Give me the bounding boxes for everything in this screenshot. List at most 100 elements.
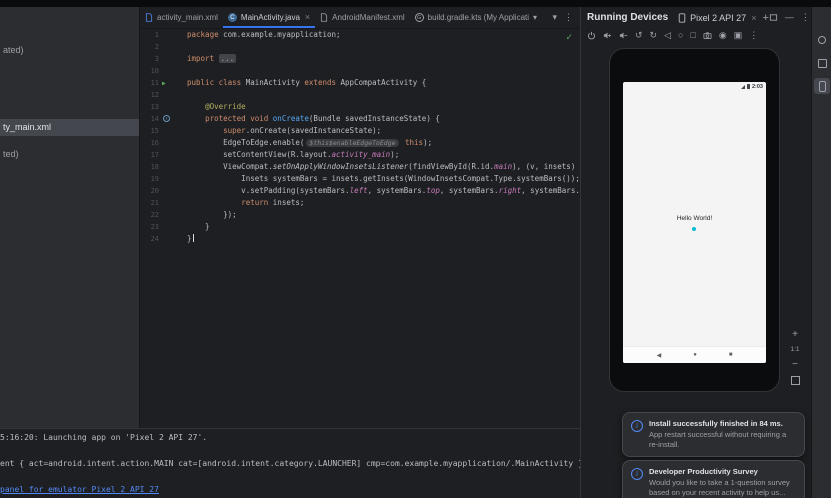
more-vertical-icon[interactable]: ⋮ [564, 13, 573, 22]
editor-tab[interactable]: AndroidManifest.xml [315, 7, 409, 28]
gutter [159, 101, 187, 113]
info-icon: i [631, 420, 643, 432]
line-number: 11 [150, 79, 159, 87]
device-manager-button[interactable] [814, 55, 830, 71]
record-icon[interactable]: ◉ [719, 31, 727, 40]
gutter [159, 197, 187, 209]
line-number: 21 [150, 199, 159, 207]
line-number: 22 [150, 211, 159, 219]
code-line[interactable]: 15 super.onCreate(savedInstanceState); [140, 125, 580, 137]
minimize-icon[interactable]: — [785, 13, 794, 22]
code-line[interactable]: 12 [140, 89, 580, 101]
notification-balloon[interactable]: i Developer Productivity Survey Would you … [622, 460, 805, 498]
notification-content: Install successfully finished in 84 ms. A… [649, 419, 796, 450]
project-tree-item-selected[interactable]: ty_main.xml [0, 119, 139, 136]
gutter [159, 65, 187, 77]
editor-tab[interactable]: C MainActivity.java × [222, 7, 316, 28]
code-line[interactable]: 14 ↑ protected void onCreate(Bundle saved… [140, 113, 580, 125]
code-line[interactable]: 2 [140, 41, 580, 53]
chevron-down-icon[interactable]: ▾ [552, 13, 557, 22]
device-tab[interactable]: Pixel 2 API 27 × [678, 13, 756, 23]
more-vertical-icon[interactable]: ⋮ [801, 13, 810, 22]
panel-header-actions: — ⋮ [769, 13, 810, 22]
zoom-out-button[interactable]: − [792, 359, 798, 370]
project-tree-item[interactable]: ted) [3, 149, 19, 159]
code-text: } [187, 222, 210, 231]
code-text: setContentView(R.layout.activity_main); [187, 150, 400, 159]
override-marker-icon[interactable]: ↑ [163, 115, 170, 122]
code-line[interactable]: 10 [140, 65, 580, 77]
rotate-left-icon[interactable]: ↺ [635, 31, 643, 40]
phone-icon [678, 12, 686, 23]
code-line[interactable]: 19 Insets systemBars = insets.getInsets(… [140, 173, 580, 185]
close-icon[interactable]: × [305, 13, 310, 22]
notification-body: Would you like to take a 1-question surv… [649, 478, 790, 497]
zoom-in-button[interactable]: + [792, 329, 798, 340]
code-line[interactable]: 24} [140, 233, 580, 245]
gutter [159, 29, 187, 41]
code-text: import ... [187, 54, 237, 63]
nav-back-icon[interactable]: ◀ [657, 352, 662, 359]
code-line[interactable]: 20 v.setPadding(systemBars.left, systemB… [140, 185, 580, 197]
line-number: 18 [150, 163, 159, 171]
zoom-ratio-label[interactable]: 1:1 [790, 346, 799, 353]
code-text: v.setPadding(systemBars.left, systemBars… [187, 186, 580, 195]
project-tool-window[interactable]: ated) ty_main.xml ted) [0, 7, 140, 428]
code-editor[interactable]: 1 package com.example.myapplication; 2 3 imp… [140, 29, 580, 428]
volume-up-icon[interactable] [603, 31, 612, 40]
gradle-file-icon: G [414, 13, 424, 22]
home-icon[interactable]: ○ [678, 31, 683, 40]
line-number: 1 [154, 31, 159, 39]
code-line[interactable]: 1 package com.example.myapplication; [140, 29, 580, 41]
code-line[interactable]: 13 @Override [140, 101, 580, 113]
snapshot-icon[interactable]: ▣ [734, 31, 743, 40]
editor-tab[interactable]: Gbuild.gradle.kts (My Applicati ▾ [410, 7, 542, 28]
camera-icon[interactable] [703, 31, 712, 40]
window-icon[interactable] [769, 13, 778, 22]
chevron-down-icon[interactable]: ▾ [533, 13, 537, 22]
code-line[interactable]: 23 } [140, 221, 580, 233]
nav-home-icon[interactable]: ● [693, 352, 697, 358]
line-number: 14 [150, 115, 159, 123]
nav-overview-icon[interactable]: ■ [729, 352, 733, 358]
editor-tab[interactable]: activity_main.xml [140, 7, 223, 28]
code-line[interactable]: 22 }); [140, 209, 580, 221]
gradle-button[interactable] [814, 32, 830, 48]
run-console[interactable]: 5:16:20: Launching app on 'Pixel 2 API 2… [0, 428, 580, 498]
close-icon[interactable]: × [751, 13, 756, 23]
code-line[interactable]: 11 ▶ public class MainActivity extends App… [140, 77, 580, 89]
running-devices-icon [818, 80, 826, 92]
status-time: 2:03 [751, 83, 763, 90]
device-toolbar: ↺ ↻ ◁ ○ □ ◉ ▣ ⋮ [581, 28, 811, 43]
inspection-ok-icon[interactable]: ✓ [565, 32, 573, 43]
running-devices-button[interactable] [814, 78, 830, 94]
battery-icon [746, 84, 750, 89]
code-line[interactable]: 16 EdgeToEdge.enable($this$enableEdgeToE… [140, 137, 580, 149]
device-screen[interactable]: 2:03 Hello World! ◀ ● ■ [623, 82, 766, 363]
rotate-right-icon[interactable]: ↻ [650, 31, 658, 40]
power-icon[interactable] [587, 31, 596, 40]
fit-screen-button[interactable] [790, 376, 800, 385]
code-line[interactable]: 17 setContentView(R.layout.activity_main… [140, 149, 580, 161]
line-number: 24 [150, 235, 159, 243]
gutter [159, 209, 187, 221]
back-icon[interactable]: ◁ [664, 31, 671, 40]
project-tree-item[interactable]: ated) [3, 45, 24, 55]
overview-icon[interactable]: □ [690, 31, 695, 40]
gutter [159, 221, 187, 233]
hello-world-text: Hello World! [676, 215, 713, 223]
code-line[interactable]: 18 ViewCompat.setOnApplyWindowInsetsList… [140, 161, 580, 173]
gutter [159, 149, 187, 161]
code-line[interactable]: 3 import ... [140, 53, 580, 65]
more-vertical-icon[interactable]: ⋮ [749, 31, 758, 40]
gutter [159, 89, 187, 101]
text-caret [192, 234, 194, 242]
code-line[interactable]: 21 return insets; [140, 197, 580, 209]
volume-down-icon[interactable] [619, 31, 628, 40]
device-status-bar: 2:03 [623, 82, 766, 91]
console-link[interactable]: panel for emulator Pixel 2 API 27 [0, 483, 580, 496]
notification-balloon[interactable]: i Install successfully finished in 84 ms.… [622, 412, 805, 457]
